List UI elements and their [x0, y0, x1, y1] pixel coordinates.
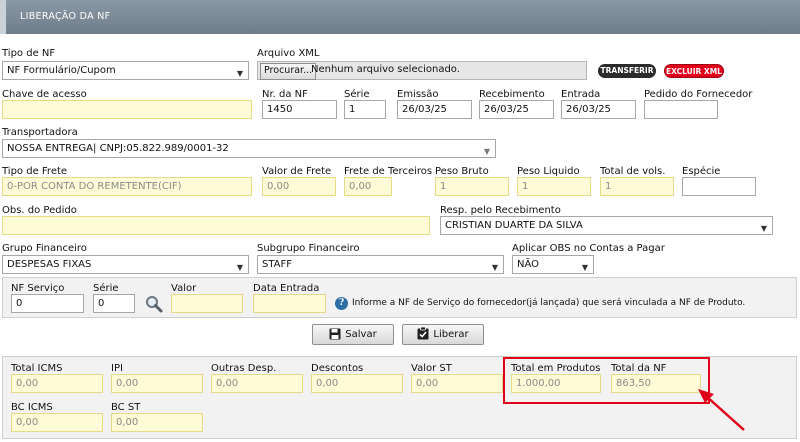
browse-file-button[interactable]: Procurar...: [260, 63, 317, 80]
entrada-label: Entrada: [561, 89, 601, 100]
total-icms-label: Total ICMS: [11, 363, 63, 374]
total-vols-input[interactable]: 1: [600, 177, 674, 196]
subgrupo-financeiro-select[interactable]: STAFF ▼: [257, 255, 504, 274]
chevron-down-icon: ▼: [581, 263, 588, 272]
resp-recebimento-label: Resp. pelo Recebimento: [440, 205, 561, 216]
arquivo-xml-input[interactable]: Procurar... Nenhum arquivo selecionado.: [257, 61, 587, 80]
chave-acesso-label: Chave de acesso: [2, 89, 87, 100]
info-icon: ?: [335, 297, 348, 310]
file-status-text: Nenhum arquivo selecionado.: [311, 64, 460, 75]
recebimento-input[interactable]: 26/03/25: [479, 100, 554, 119]
transferir-button[interactable]: TRANSFERIR: [598, 64, 656, 78]
data-entrada-input[interactable]: [253, 294, 326, 313]
totals-highlight-box: [503, 357, 710, 404]
resp-recebimento-value: CRISTIAN DUARTE DA SILVA: [445, 220, 583, 231]
search-icon[interactable]: [144, 294, 164, 314]
resp-recebimento-select[interactable]: CRISTIAN DUARTE DA SILVA ▼: [440, 216, 773, 235]
excluir-xml-button[interactable]: EXCLUIR XML: [664, 64, 724, 78]
peso-liquido-input[interactable]: 1: [517, 177, 591, 196]
total-vols-label: Total de vols.: [600, 166, 666, 177]
subgrupo-financeiro-label: Subgrupo Financeiro: [257, 243, 360, 254]
liberar-button-label: Liberar: [433, 329, 469, 340]
outras-despesas-label: Outras Desp.: [211, 363, 277, 374]
aplicar-obs-select[interactable]: NÃO ▼: [512, 255, 594, 274]
grupo-financeiro-label: Grupo Financeiro: [2, 243, 87, 254]
page-header: LIBERAÇÃO DA NF: [0, 0, 800, 34]
ipi-label: IPI: [111, 363, 123, 374]
peso-bruto-label: Peso Bruto: [435, 166, 489, 177]
especie-input[interactable]: [682, 177, 756, 196]
total-icms-input[interactable]: 0,00: [11, 374, 103, 393]
servico-serie-label: Série: [93, 283, 119, 294]
grupo-financeiro-value: DESPESAS FIXAS: [7, 259, 92, 270]
especie-label: Espécie: [682, 166, 721, 177]
tipo-nf-value: NF Formulário/Cupom: [7, 65, 116, 76]
chevron-down-icon: ▼: [236, 263, 243, 272]
liberar-button[interactable]: Liberar: [402, 324, 484, 345]
valor-st-label: Valor ST: [411, 363, 452, 374]
tipo-nf-label: Tipo de NF: [2, 48, 56, 59]
subgrupo-financeiro-value: STAFF: [262, 259, 293, 270]
nr-nf-label: Nr. da NF: [262, 89, 308, 100]
entrada-input[interactable]: 26/03/25: [561, 100, 636, 119]
chevron-down-icon: ▼: [236, 69, 243, 78]
bc-icms-input[interactable]: 0,00: [11, 413, 103, 432]
peso-liquido-label: Peso Liquido: [517, 166, 580, 177]
chevron-down-icon: ▼: [483, 147, 490, 156]
chevron-down-icon: ▼: [491, 263, 498, 272]
page-title: LIBERAÇÃO DA NF: [20, 11, 111, 22]
valor-st-input[interactable]: 0,00: [411, 374, 503, 393]
servico-info-text: Informe a NF de Serviço do fornecedor(já…: [352, 298, 746, 308]
chevron-down-icon: ▼: [760, 224, 767, 233]
aplicar-obs-label: Aplicar OBS no Contas a Pagar: [512, 243, 665, 254]
pedido-fornecedor-label: Pedido do Fornecedor: [644, 89, 753, 100]
aplicar-obs-value: NÃO: [517, 259, 540, 270]
transportadora-select[interactable]: NOSSA ENTREGA| CNPJ:05.822.989/0001-32 ▼: [2, 139, 496, 158]
outras-despesas-input[interactable]: 0,00: [211, 374, 303, 393]
frete-terceiros-input[interactable]: 0,00: [344, 177, 392, 196]
servico-valor-label: Valor: [171, 283, 197, 294]
descontos-label: Descontos: [311, 363, 364, 374]
servico-valor-input[interactable]: [171, 294, 243, 313]
annotation-arrow-icon: [698, 389, 745, 431]
nf-servico-input[interactable]: 0: [11, 294, 84, 313]
bc-st-label: BC ST: [111, 402, 141, 413]
grupo-financeiro-select[interactable]: DESPESAS FIXAS ▼: [2, 255, 249, 274]
pedido-fornecedor-input[interactable]: [644, 100, 718, 119]
obs-pedido-input[interactable]: [2, 216, 430, 235]
recebimento-label: Recebimento: [479, 89, 545, 100]
chave-acesso-input[interactable]: [2, 100, 252, 119]
frete-terceiros-label: Frete de Terceiros: [344, 166, 433, 177]
bc-st-input[interactable]: 0,00: [111, 413, 203, 432]
ipi-input[interactable]: 0,00: [111, 374, 203, 393]
save-button-label: Salvar: [345, 329, 377, 340]
valor-frete-label: Valor de Frete: [262, 166, 332, 177]
tipo-frete-input[interactable]: 0-POR CONTA DO REMETENTE(CIF): [2, 177, 252, 196]
serie-input[interactable]: 1: [344, 100, 386, 119]
save-button[interactable]: Salvar: [312, 324, 394, 345]
transportadora-label: Transportadora: [2, 127, 78, 138]
transportadora-value: NOSSA ENTREGA| CNPJ:05.822.989/0001-32: [7, 143, 229, 154]
floppy-disk-icon: [329, 328, 341, 340]
arquivo-xml-label: Arquivo XML: [257, 48, 320, 59]
tipo-frete-label: Tipo de Frete: [2, 166, 68, 177]
servico-serie-input[interactable]: 0: [93, 294, 135, 313]
tipo-nf-select[interactable]: NF Formulário/Cupom ▼: [2, 61, 249, 80]
nf-servico-label: NF Serviço: [11, 283, 65, 294]
descontos-input[interactable]: 0,00: [311, 374, 403, 393]
emissao-input[interactable]: 26/03/25: [397, 100, 472, 119]
serie-label: Série: [344, 89, 370, 100]
nr-nf-input[interactable]: 1450: [262, 100, 337, 119]
clipboard-check-icon: [417, 326, 429, 340]
peso-bruto-input[interactable]: 1: [435, 177, 509, 196]
emissao-label: Emissão: [397, 89, 439, 100]
bc-icms-label: BC ICMS: [11, 402, 53, 413]
data-entrada-label: Data Entrada: [253, 283, 320, 294]
valor-frete-input[interactable]: 0,00: [262, 177, 336, 196]
obs-pedido-label: Obs. do Pedido: [2, 205, 77, 216]
